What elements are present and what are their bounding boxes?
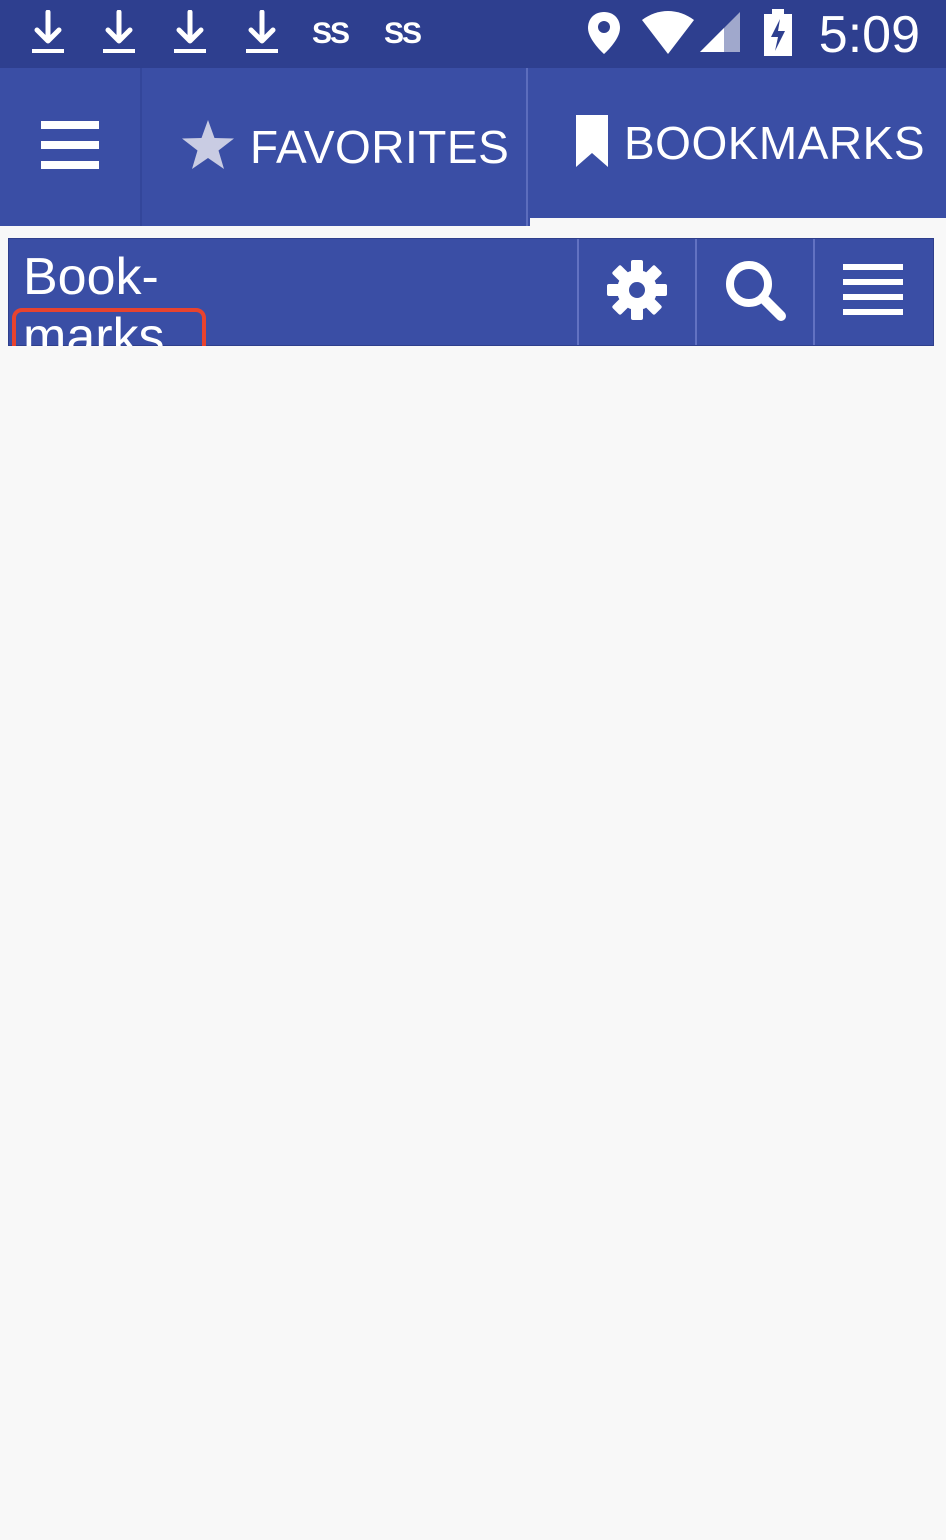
- tab-bookmarks-label: BOOKMARKS: [624, 117, 926, 169]
- settings-button[interactable]: [577, 239, 695, 345]
- list-menu-button[interactable]: [813, 239, 931, 345]
- list-menu-icon: [841, 262, 905, 323]
- screen: SS SS 5:09 FAVORITES BOOKMARKS Book- mar…: [0, 0, 946, 1540]
- battery-charging-icon: [758, 9, 798, 56]
- ss-icon: SS: [384, 17, 422, 50]
- search-icon: [723, 258, 787, 327]
- wifi-icon: [640, 10, 696, 56]
- active-tab-indicator: [530, 218, 946, 226]
- tab-bar: FAVORITES BOOKMARKS: [0, 68, 946, 226]
- download-icon: [240, 10, 284, 56]
- star-icon: [180, 118, 236, 177]
- status-time: 5:09: [818, 6, 920, 64]
- bookmark-icon: [574, 113, 610, 174]
- ss-icon: SS: [312, 17, 350, 50]
- tab-bookmarks[interactable]: BOOKMARKS: [530, 68, 946, 218]
- bookmarks-list-area: [0, 346, 946, 1540]
- location-icon: [582, 10, 626, 56]
- signal-icon: [698, 10, 742, 56]
- search-button[interactable]: [695, 239, 813, 345]
- settings-gear-icon: [605, 258, 669, 327]
- tab-favorites-label: FAVORITES: [250, 121, 510, 173]
- status-bar: SS SS 5:09: [0, 0, 946, 68]
- download-icon: [97, 10, 141, 56]
- hamburger-icon: [39, 119, 101, 176]
- download-icon: [168, 10, 212, 56]
- drawer-menu-button[interactable]: [0, 68, 142, 226]
- download-icon: [26, 10, 70, 56]
- tab-favorites[interactable]: FAVORITES: [144, 68, 528, 226]
